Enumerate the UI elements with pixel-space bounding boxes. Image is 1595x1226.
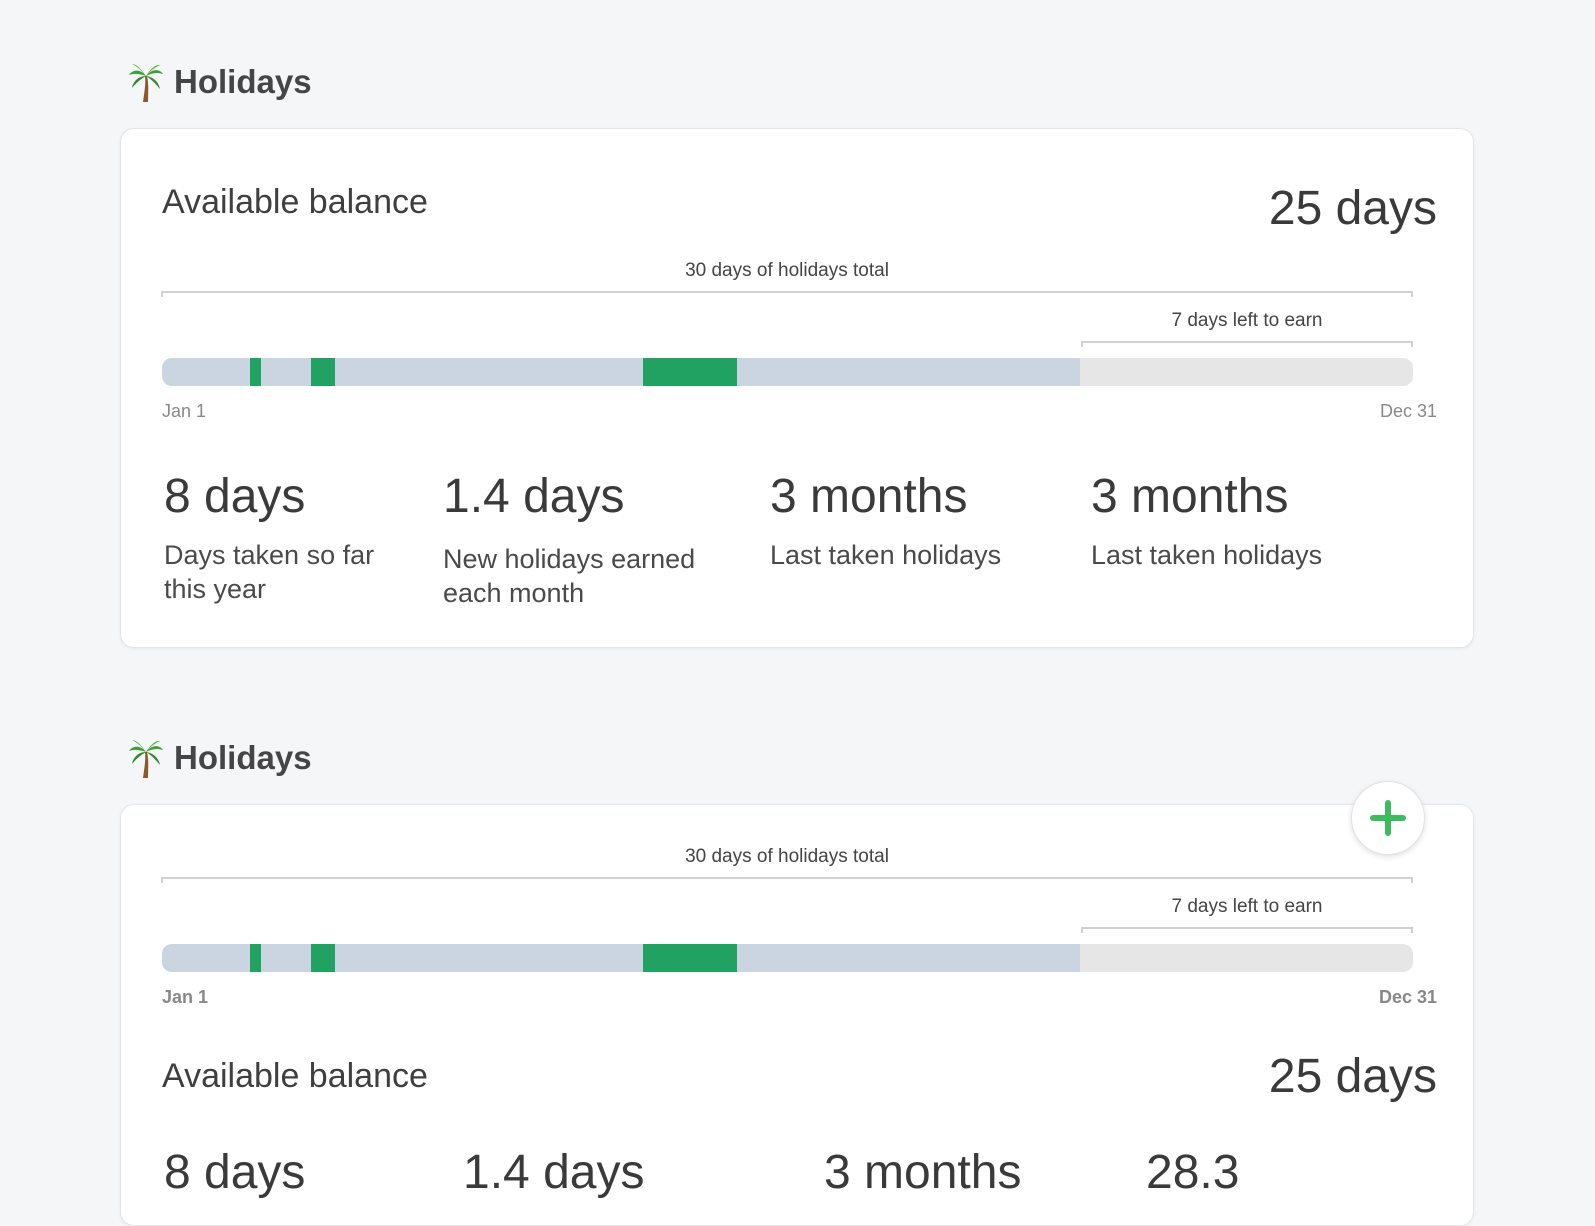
taken-holiday-segment[interactable] [250,944,261,972]
holiday-timeline-bar [162,358,1413,386]
timeline-start-label: Jan 1 [162,987,209,1007]
stat-value: 1.4 days [463,1146,645,1199]
stat-last-taken: 3 months Last taken holidays [770,469,1001,572]
total-holidays-label: 30 days of holidays total [685,846,889,867]
stat-description: New holidays earned each month [443,544,696,608]
available-balance-value: 25 days [1268,182,1437,235]
stat-value: 1.4 days [443,470,625,523]
holiday-timeline-bar [162,944,1413,972]
total-holidays-bracket [161,291,1413,297]
holiday-balance-card: Available balance 25 days 30 days of hol… [120,128,1474,648]
timeline-end-label: Dec 31 [1379,401,1437,421]
stat-value: 3 months [770,470,968,523]
stat-description: Last taken holidays [770,540,1002,570]
section-title-text: Holidays [174,739,312,776]
stat-value: 3 months [1091,470,1289,523]
palm-tree-icon [129,740,163,778]
left-to-earn-label: 7 days left to earn [1171,896,1323,917]
stat-value: 8 days [164,1146,306,1199]
holiday-timeline-card: 30 days of holidays total 7 days left to… [120,804,1474,1226]
add-holiday-button[interactable] [1351,781,1425,855]
stat-value: 28.3 [1146,1146,1240,1199]
section-title-text: Holidays [174,63,312,100]
left-to-earn-label: 7 days left to earn [1171,310,1323,331]
section-title: Holidays [128,62,312,102]
timeline-end-label: Dec 31 [1378,987,1437,1007]
stat-monthly-accrual: 1.4 days New holidays earned each month [443,469,695,610]
palm-tree-icon [129,64,163,102]
plus-icon [1370,800,1406,836]
taken-holiday-segment[interactable] [250,358,261,386]
stat-value: 3 months [824,1146,1022,1199]
elapsed-period [162,944,1080,972]
section-title: Holidays [128,738,312,778]
taken-holiday-segment[interactable] [311,358,335,386]
stat-description: Days taken so far this year [164,540,375,604]
left-to-earn-bracket [1081,341,1413,347]
taken-holiday-segment[interactable] [643,358,737,386]
stat-last-taken: 3 months Last taken holidays [1091,469,1322,572]
timeline-start-label: Jan 1 [162,401,207,421]
stat-description: Last taken holidays [1091,540,1323,570]
taken-holiday-segment[interactable] [311,944,335,972]
stat-days-taken: 8 days Days taken so far this year [164,469,374,606]
stat-value: 8 days [164,470,306,523]
elapsed-period [162,358,1080,386]
total-holidays-bracket [161,877,1413,883]
available-balance-label: Available balance [162,183,428,221]
total-holidays-label: 30 days of holidays total [685,260,889,281]
available-balance-label: Available balance [162,1057,428,1095]
left-to-earn-bracket [1081,927,1413,933]
taken-holiday-segment[interactable] [643,944,737,972]
available-balance-value: 25 days [1268,1050,1437,1103]
